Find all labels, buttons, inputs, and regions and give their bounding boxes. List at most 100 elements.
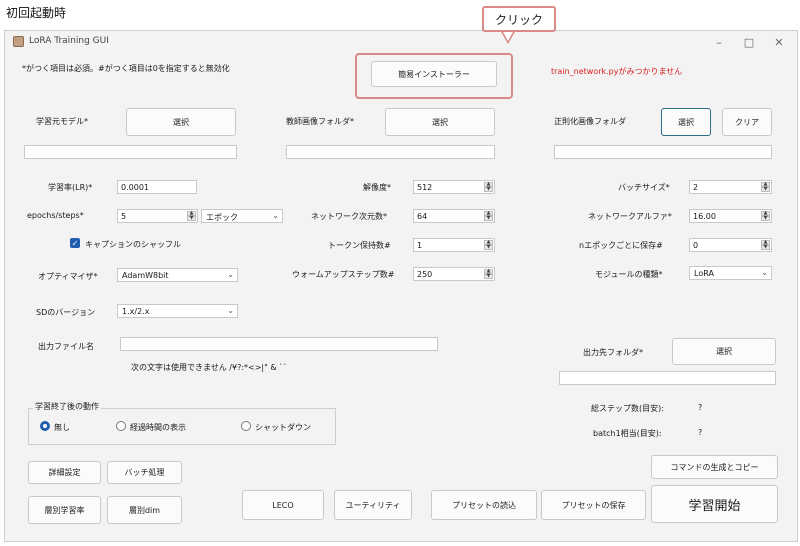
save-every-label: nエポックごとに保存#: [579, 241, 663, 250]
output-name-input[interactable]: [120, 337, 438, 351]
save-preset-button[interactable]: プリセットの保存: [541, 490, 646, 520]
shuffle-checkbox[interactable]: ✓: [70, 238, 80, 248]
batch-process-button[interactable]: バッチ処理: [107, 461, 182, 484]
save-every-spin-arrows[interactable]: ▲ ▼: [761, 240, 770, 250]
click-callout: クリック: [482, 6, 556, 32]
sd-version-label: SDのバージョン: [36, 308, 96, 317]
network-dim-label: ネットワーク次元数*: [311, 212, 387, 221]
radio-none[interactable]: [40, 421, 50, 431]
after-training-title: 学習終了後の動作: [33, 401, 101, 412]
radio-shutdown[interactable]: [241, 421, 251, 431]
batch1-equiv-value: ?: [698, 428, 703, 437]
layer-lr-button[interactable]: 層別学習率: [28, 496, 101, 524]
optimizer-label: オプティマイザ*: [38, 272, 98, 281]
network-alpha-value: 16.00: [693, 212, 716, 221]
generate-command-button[interactable]: コマンドの生成とコピー: [651, 455, 778, 479]
warmup-spin-arrows[interactable]: ▲ ▼: [484, 269, 493, 279]
epochs-unit-select[interactable]: エポック ⌄: [201, 209, 283, 223]
epochs-label: epochs/steps*: [27, 211, 84, 220]
missing-script-warning: train_network.pyがみつかりません: [551, 67, 683, 76]
output-folder-select-button[interactable]: 選択: [672, 338, 776, 365]
radio-shutdown-label: シャットダウン: [255, 423, 311, 432]
batch1-equiv-label: batch1相当(目安):: [593, 429, 662, 438]
network-alpha-spinbox[interactable]: 16.00 ▲ ▼: [689, 209, 772, 223]
chevron-down-icon: ⌄: [227, 270, 234, 279]
epochs-spinbox[interactable]: 5 ▲ ▼: [117, 209, 198, 223]
detail-settings-button[interactable]: 詳細設定: [28, 461, 101, 484]
layer-dim-button[interactable]: 層別dim: [107, 496, 182, 524]
chevron-down-icon: ⌄: [761, 268, 768, 277]
epochs-value: 5: [121, 212, 127, 221]
lr-input[interactable]: 0.0001: [117, 180, 197, 194]
network-alpha-spin-arrows[interactable]: ▲ ▼: [761, 211, 770, 221]
leco-button[interactable]: LECO: [242, 490, 324, 520]
title-bar: LoRA Training GUI – □ ✕: [5, 31, 797, 53]
network-dim-spin-arrows[interactable]: ▲ ▼: [484, 211, 493, 221]
epochs-unit-value: エポック: [206, 213, 238, 222]
output-name-hint: 次の文字は使用できません /¥?:*<>|" & ``: [131, 363, 288, 372]
required-note: *がつく項目は必須。#がつく項目は0を指定すると無効化: [22, 64, 230, 73]
warmup-spinbox[interactable]: 250 ▲ ▼: [413, 267, 495, 281]
installer-highlight: [355, 53, 513, 99]
save-every-spinbox[interactable]: 0 ▲ ▼: [689, 238, 772, 252]
chevron-down-icon: ⌄: [272, 211, 279, 220]
total-steps-value: ?: [698, 403, 703, 412]
lr-label: 学習率(LR)*: [48, 183, 93, 192]
base-model-label: 学習元モデル*: [36, 117, 88, 126]
reg-folder-label: 正則化画像フォルダ: [554, 117, 626, 126]
sd-version-value: 1.x/2.x: [122, 307, 150, 316]
chevron-down-icon: ⌄: [227, 306, 234, 315]
token-keep-value: 1: [417, 241, 423, 250]
batch-size-label: バッチサイズ*: [618, 183, 670, 192]
module-type-label: モジュールの種類*: [595, 270, 663, 279]
save-every-value: 0: [693, 241, 699, 250]
utility-button[interactable]: ユーティリティ: [334, 490, 412, 520]
reg-folder-select-button[interactable]: 選択: [661, 108, 711, 136]
module-type-value: LoRA: [694, 269, 714, 278]
module-type-select[interactable]: LoRA ⌄: [689, 266, 772, 280]
network-dim-spinbox[interactable]: 64 ▲ ▼: [413, 209, 495, 223]
start-training-button[interactable]: 学習開始: [651, 485, 778, 523]
base-model-select-button[interactable]: 選択: [126, 108, 236, 136]
output-folder-label: 出力先フォルダ*: [583, 348, 643, 357]
warmup-value: 250: [417, 270, 433, 279]
batch-size-value: 2: [693, 183, 699, 192]
resolution-label: 解像度*: [363, 183, 391, 192]
network-dim-value: 64: [417, 212, 428, 221]
app-icon: [13, 36, 24, 47]
radio-none-label: 無し: [54, 423, 70, 432]
app-window: LoRA Training GUI – □ ✕ *がつく項目は必須。#がつく項目…: [4, 30, 798, 542]
teacher-folder-label: 教師画像フォルダ*: [286, 117, 354, 126]
output-folder-path[interactable]: [559, 371, 776, 385]
teacher-folder-select-button[interactable]: 選択: [385, 108, 495, 136]
optimizer-select[interactable]: AdamW8bit ⌄: [117, 268, 238, 282]
resolution-value: 512: [417, 183, 433, 192]
reg-folder-path[interactable]: [554, 145, 772, 159]
token-keep-spin-arrows[interactable]: ▲ ▼: [484, 240, 493, 250]
total-steps-label: 総ステップ数(目安):: [591, 404, 664, 413]
resolution-spinbox[interactable]: 512 ▲ ▼: [413, 180, 495, 194]
radio-elapsed[interactable]: [116, 421, 126, 431]
batch-size-spin-arrows[interactable]: ▲ ▼: [761, 182, 770, 192]
reg-folder-clear-button[interactable]: クリア: [722, 108, 772, 136]
token-keep-label: トークン保持数#: [328, 241, 391, 250]
page-heading: 初回起動時: [6, 6, 67, 20]
optimizer-value: AdamW8bit: [122, 271, 169, 280]
sd-version-select[interactable]: 1.x/2.x ⌄: [117, 304, 238, 318]
minimize-button[interactable]: –: [707, 33, 731, 51]
token-keep-spinbox[interactable]: 1 ▲ ▼: [413, 238, 495, 252]
window-title: LoRA Training GUI: [29, 36, 109, 46]
batch-size-spinbox[interactable]: 2 ▲ ▼: [689, 180, 772, 194]
output-name-label: 出力ファイル名: [38, 342, 94, 351]
resolution-spin-arrows[interactable]: ▲ ▼: [484, 182, 493, 192]
close-button[interactable]: ✕: [767, 33, 791, 51]
epochs-spin-arrows[interactable]: ▲ ▼: [187, 211, 196, 221]
warmup-label: ウォームアップステップ数#: [292, 270, 395, 279]
radio-elapsed-label: 経過時間の表示: [130, 423, 186, 432]
base-model-path[interactable]: [24, 145, 237, 159]
network-alpha-label: ネットワークアルファ*: [588, 212, 672, 221]
shuffle-label: キャプションのシャッフル: [85, 240, 181, 249]
maximize-button[interactable]: □: [737, 33, 761, 51]
teacher-folder-path[interactable]: [286, 145, 495, 159]
load-preset-button[interactable]: プリセットの読込: [431, 490, 537, 520]
